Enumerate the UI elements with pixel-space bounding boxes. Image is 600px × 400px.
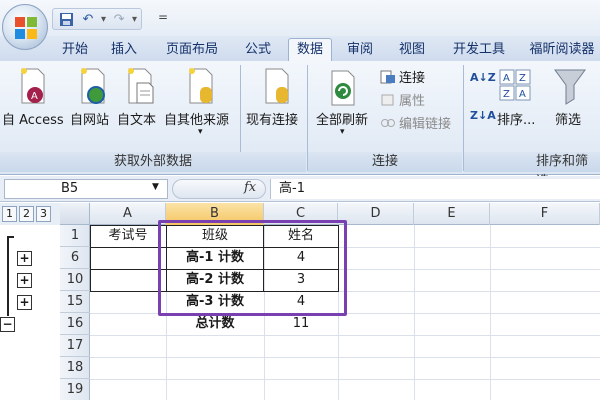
grid-line [90, 357, 600, 358]
sort-dialog-icon: AZ ZA [499, 69, 531, 101]
from-web-button[interactable]: 自网站 [70, 109, 109, 128]
row-header[interactable]: 18 [60, 357, 90, 379]
tab-insert[interactable]: 插入 [104, 39, 144, 61]
column-header-f[interactable]: F [490, 203, 600, 225]
office-button[interactable] [2, 4, 48, 50]
tab-formulas[interactable]: 公式 [238, 39, 278, 61]
formula-bar: B5 ▼ fx 高-1 [0, 176, 600, 202]
chevron-down-icon[interactable]: ▾ [101, 14, 106, 25]
tab-page-layout[interactable]: 页面布局 [157, 39, 227, 61]
sort-button[interactable]: 排序... [497, 109, 535, 128]
edit-links-label: 编辑链接 [399, 117, 452, 132]
web-globe-icon [81, 68, 105, 104]
grid-line [90, 379, 600, 380]
customize-qat-button[interactable]: = [158, 10, 168, 24]
row-header[interactable]: 15 [60, 291, 90, 313]
refresh-all-icon [331, 70, 355, 106]
properties-icon [381, 94, 394, 105]
tab-foxit-reader[interactable]: 福昕阅读器 [524, 39, 600, 61]
tab-data[interactable]: 数据 [288, 38, 332, 62]
grid-line [90, 335, 600, 336]
filter-button[interactable]: 筛选 [555, 109, 581, 128]
outline-level-1[interactable]: 1 [2, 206, 17, 222]
sort-descending-icon[interactable]: Z↓A [470, 109, 496, 122]
from-access-button[interactable]: 自 Access [2, 109, 64, 128]
tab-view[interactable]: 视图 [392, 39, 432, 61]
existing-connections-icon [265, 68, 289, 104]
collapse-minus-icon[interactable]: − [0, 317, 15, 332]
refresh-all-button[interactable]: 全部刷新 [316, 109, 368, 128]
cell-a1[interactable]: 考试号 [90, 225, 166, 247]
expand-plus-icon[interactable]: + [17, 273, 32, 288]
insert-function-icon[interactable]: fx [244, 180, 256, 195]
save-icon[interactable] [57, 10, 75, 28]
connections-button[interactable]: 连接 [380, 67, 425, 86]
tab-review[interactable]: 审阅 [340, 39, 380, 61]
existing-connections-button[interactable]: 现有连接 [246, 109, 298, 128]
from-text-button[interactable]: 自文本 [117, 109, 156, 128]
outline-level-bar: 1 2 3 [0, 203, 60, 225]
ribbon-tabs: 开始 插入 页面布局 公式 数据 审阅 视图 开发工具 福昕阅读器 [0, 36, 600, 62]
group-label-external-data: 获取外部数据 [0, 152, 306, 172]
row-header[interactable]: 16 [60, 313, 90, 335]
redo-icon[interactable]: ↷ [110, 10, 128, 28]
chevron-down-icon[interactable]: ▾ [340, 127, 345, 137]
row-header[interactable]: 17 [60, 335, 90, 357]
svg-text:A: A [503, 73, 510, 84]
row-header[interactable]: 6 [60, 247, 90, 269]
svg-text:Z: Z [503, 89, 510, 100]
connections-label: 连接 [399, 71, 426, 86]
from-other-sources-button[interactable]: 自其他来源 [164, 109, 229, 128]
group-label-connections: 连接 [308, 152, 462, 172]
quick-access-toolbar: ↶ ▾ ↷ ▾ [52, 8, 143, 30]
column-header-e[interactable]: E [414, 203, 490, 225]
select-all-button[interactable] [60, 203, 90, 225]
svg-text:A: A [31, 91, 38, 102]
name-box[interactable]: B5 [4, 179, 168, 199]
annotation-highlight-box [158, 220, 347, 316]
row-header[interactable]: 10 [60, 269, 90, 291]
undo-icon[interactable]: ↶ [79, 10, 97, 28]
chevron-down-icon[interactable]: ▼ [152, 182, 159, 192]
expand-plus-icon[interactable]: + [17, 295, 32, 310]
title-bar: ↶ ▾ ↷ ▾ = [0, 0, 600, 50]
filter-funnel-icon [554, 69, 586, 105]
cell-b16[interactable]: 总计数 [166, 313, 264, 335]
chevron-down-icon[interactable]: ▾ [198, 127, 203, 137]
row-headers: 1 6 10 15 16 17 18 19 [60, 225, 90, 400]
edit-links-icon [381, 118, 395, 127]
column-header-a[interactable]: A [90, 203, 166, 225]
outline-bracket [7, 236, 9, 316]
tab-home[interactable]: 开始 [55, 39, 95, 61]
access-database-icon: A [21, 68, 45, 104]
outline-level-2[interactable]: 2 [19, 206, 34, 222]
text-file-icon [128, 68, 154, 104]
properties-button[interactable]: 属性 [380, 90, 425, 109]
row-header[interactable]: 19 [60, 379, 90, 400]
svg-text:Z: Z [519, 73, 526, 84]
svg-text:A: A [519, 89, 526, 100]
row-header[interactable]: 1 [60, 225, 90, 247]
other-sources-icon [189, 68, 213, 104]
cell-c16[interactable]: 11 [264, 313, 338, 335]
expand-plus-icon[interactable]: + [17, 251, 32, 266]
properties-label: 属性 [399, 94, 426, 109]
edit-links-button[interactable]: 编辑链接 [380, 113, 451, 132]
office-logo-icon [15, 17, 37, 39]
outline-bracket-cap [7, 236, 14, 238]
ribbon: A 自 Access 自网站 自文本 自其他来源 ▾ 现有连接 获取外部数据 全… [0, 61, 600, 189]
outline-level-3[interactable]: 3 [36, 206, 51, 222]
connections-icon [380, 70, 395, 83]
tab-developer[interactable]: 开发工具 [446, 39, 512, 61]
group-label-sort-filter: 排序和筛选 [464, 152, 600, 189]
column-header-d[interactable]: D [338, 203, 414, 225]
chevron-down-icon[interactable]: ▾ [132, 14, 137, 25]
sort-ascending-icon[interactable]: A↓Z [470, 71, 496, 84]
formula-input[interactable]: 高-1 [270, 179, 600, 199]
